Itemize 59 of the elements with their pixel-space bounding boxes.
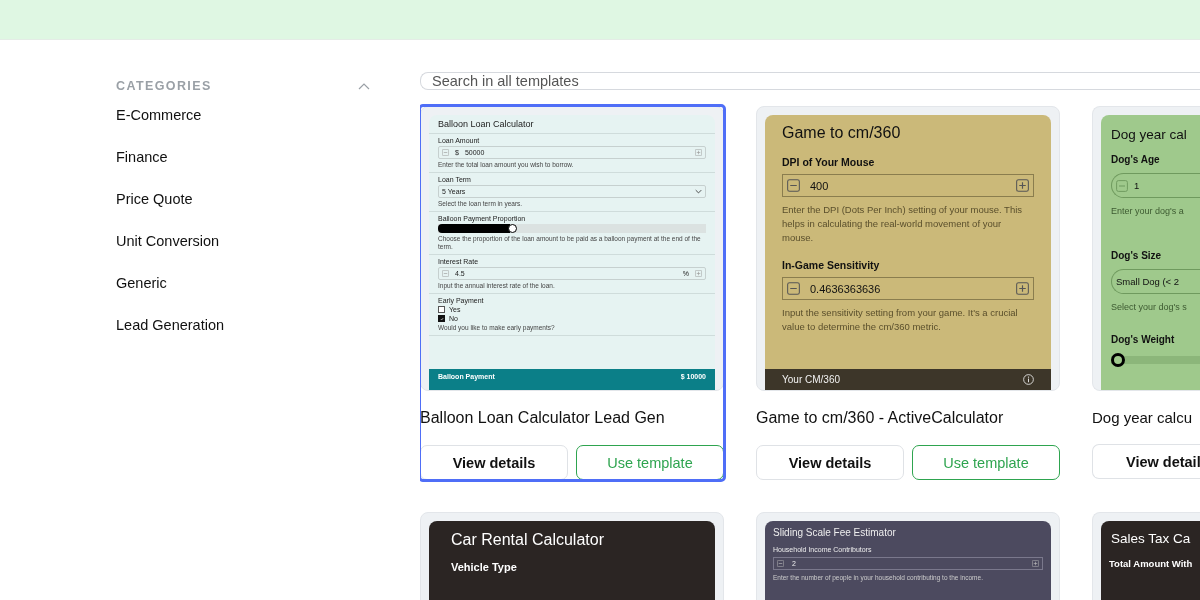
- template-card[interactable]: Car Rental Calculator Vehicle Type: [420, 512, 724, 600]
- template-card-selected[interactable]: [420, 106, 724, 480]
- slider-thumb[interactable]: [1111, 353, 1125, 367]
- view-details-button[interactable]: View details: [420, 445, 568, 480]
- search-field[interactable]: Search in all templates: [420, 72, 1200, 90]
- info-icon[interactable]: [1023, 374, 1034, 385]
- field-label: Dog's Weight: [1111, 334, 1176, 345]
- template-title: Dog year calcu: [1092, 409, 1194, 426]
- number-field[interactable]: 0.4636363636: [782, 277, 1034, 300]
- plus-icon[interactable]: [1016, 282, 1029, 295]
- help-text: Select your dog's s: [1111, 302, 1188, 312]
- preview-title: Sliding Scale Fee Estimator: [772, 527, 897, 540]
- category-link[interactable]: Finance: [116, 148, 168, 190]
- category-link[interactable]: Lead Generation: [116, 316, 225, 358]
- field-value: Small Dog (< 2: [1116, 276, 1181, 287]
- help-text: Input the sensitivity setting from your game. It's a crucial value to determine the cm/360 metric.: [782, 306, 1019, 334]
- field-label: Dog's Size: [1111, 250, 1163, 261]
- categories-heading: CATEGORIES: [116, 79, 212, 93]
- minus-icon[interactable]: [787, 179, 800, 192]
- plus-icon[interactable]: [1032, 560, 1039, 567]
- minus-icon[interactable]: [777, 560, 784, 567]
- checkbox[interactable]: [438, 306, 445, 313]
- checkbox[interactable]: [438, 315, 445, 322]
- preview-title: Sales Tax Ca: [1110, 531, 1192, 548]
- template-card[interactable]: Sales Tax Ca Total Amount With: [1092, 512, 1200, 600]
- field-label: In-Game Sensitivity: [782, 259, 881, 271]
- template-title: Game to cm/360 - ActiveCalculator: [756, 409, 1005, 427]
- minus-icon[interactable]: [787, 282, 800, 295]
- number-field[interactable]: 400: [782, 174, 1034, 197]
- template-card[interactable]: Dog year cal Dog's Age 1 Enter your dog's a Dog's Size Small Dog (< 2 Select your dog's s Dog's Weight Dog year calcu View detail: [1092, 106, 1200, 480]
- chevron-down-icon: [695, 189, 702, 194]
- preview-title: Game to cm/360: [781, 124, 902, 143]
- field-label: Vehicle Type: [451, 561, 518, 573]
- checkmark-icon: [439, 316, 444, 321]
- help-text: Enter your dog's a: [1111, 206, 1185, 216]
- field-label: Total Amount With: [1109, 558, 1193, 569]
- slider-track[interactable]: [438, 224, 706, 233]
- preview-title: Dog year cal: [1110, 127, 1188, 144]
- field-label: Dog's Age: [1111, 154, 1161, 165]
- view-details-button[interactable]: View details: [756, 445, 904, 480]
- field-value: 0.4636363636: [810, 282, 882, 295]
- preview-title: Car Rental Calculator: [450, 531, 605, 550]
- slider-track[interactable]: [1111, 353, 1200, 367]
- field-value: 400: [810, 179, 830, 192]
- template-title: Balloon Loan Calculator Lead Gen: [420, 409, 666, 427]
- view-details-button[interactable]: View detail: [1092, 444, 1200, 479]
- category-link[interactable]: Unit Conversion: [116, 232, 220, 274]
- result-label: Your CM/360: [782, 374, 840, 385]
- slider-thumb[interactable]: [507, 224, 517, 233]
- field-label: DPI of Your Mouse: [782, 156, 876, 168]
- preview-title: Balloon Loan Calculator: [429, 115, 715, 134]
- plus-icon[interactable]: [1016, 179, 1029, 192]
- category-link[interactable]: Generic: [116, 274, 167, 316]
- field-value: 1: [1134, 180, 1141, 191]
- template-card[interactable]: [756, 106, 1060, 480]
- category-link[interactable]: E-Commerce: [116, 106, 202, 148]
- chevron-up-icon[interactable]: [358, 82, 370, 90]
- category-link[interactable]: Price Quote: [116, 190, 193, 232]
- help-text: Enter the DPI (Dots Per Inch) setting of your mouse. This helps in calculating the real-world movement of your mouse.: [782, 203, 1024, 245]
